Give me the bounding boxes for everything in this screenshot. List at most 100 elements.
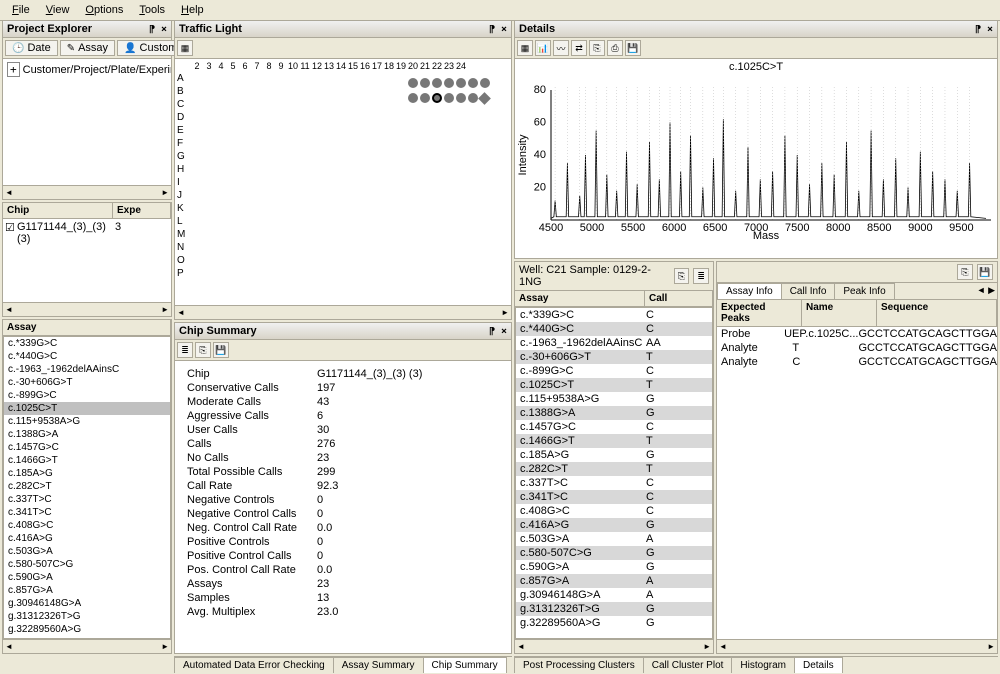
tab-call-info[interactable]: Call Info xyxy=(781,283,836,299)
tl-tool-1[interactable]: ▦ xyxy=(177,40,193,56)
assay-item[interactable]: c.1025C>T xyxy=(4,402,170,415)
chip-col-expe[interactable]: Expe xyxy=(113,203,171,218)
dt-tool-5[interactable]: ⎘ xyxy=(589,40,605,56)
assay-item[interactable]: c.416A>G xyxy=(4,532,170,545)
tab-ccp[interactable]: Call Cluster Plot xyxy=(643,657,733,673)
assay-call-row[interactable]: c.*339G>CC xyxy=(516,308,712,322)
pe-scroll[interactable] xyxy=(3,185,171,199)
well-tool-2[interactable]: ≣ xyxy=(693,268,709,284)
tl-scroll[interactable] xyxy=(175,305,511,319)
dt-tool-7[interactable]: 💾 xyxy=(625,40,641,56)
dt-tool-1[interactable]: ▦ xyxy=(517,40,533,56)
assay-list[interactable]: c.*339G>Cc.*440G>Cc.-1963_-1962delAAinsC… xyxy=(3,336,171,639)
assay-call-row[interactable]: c.185A>GG xyxy=(516,448,712,462)
assay-item[interactable]: g.30946148G>A xyxy=(4,597,170,610)
menu-tools[interactable]: Tools xyxy=(131,2,173,18)
assay-call-row[interactable]: c.282C>TT xyxy=(516,462,712,476)
assay-item[interactable]: c.341T>C xyxy=(4,506,170,519)
cs-tool-2[interactable]: ⎘ xyxy=(195,342,211,358)
dt-tool-6[interactable]: ⎙ xyxy=(607,40,623,56)
assay-call-row[interactable]: c.-1963_-1962delAAinsCAA xyxy=(516,336,712,350)
chip-table-panel: Chip Expe ☑ G1171144_(3)_(3) (3) 3 xyxy=(2,202,172,317)
assay-call-row[interactable]: c.*440G>CC xyxy=(516,322,712,336)
assay-col-header[interactable]: Assay xyxy=(3,320,171,335)
chip-col-chip[interactable]: Chip xyxy=(3,203,113,218)
assay-call-row[interactable]: c.-899G>CC xyxy=(516,364,712,378)
spectrum-chart[interactable]: 4500500055006000650070007500800085009000… xyxy=(515,75,997,240)
pe-tree[interactable]: Customer/Project/Plate/Experim xyxy=(3,59,171,185)
pe-tree-root[interactable]: Customer/Project/Plate/Experim xyxy=(7,63,167,76)
cs-tool-3[interactable]: 💾 xyxy=(213,342,229,358)
cs-tool-1[interactable]: ≣ xyxy=(177,342,193,358)
info-scroll[interactable] xyxy=(717,639,997,653)
menu-file[interactable]: FFileile xyxy=(4,2,38,18)
assay-call-row[interactable]: c.115+9538A>GG xyxy=(516,392,712,406)
assay-call-row[interactable]: c.503G>AA xyxy=(516,532,712,546)
info-col-1[interactable]: Name xyxy=(802,300,877,326)
ac-col-call[interactable]: Call xyxy=(645,291,713,306)
assay-item[interactable]: c.337T>C xyxy=(4,493,170,506)
assay-item[interactable]: g.32289560A>G xyxy=(4,623,170,636)
assay-item[interactable]: c.580-507C>G xyxy=(4,558,170,571)
assay-call-row[interactable]: c.1388G>AG xyxy=(516,406,712,420)
assay-call-row[interactable]: c.-30+606G>TT xyxy=(516,350,712,364)
assay-call-row[interactable]: c.590G>AG xyxy=(516,560,712,574)
tab-details[interactable]: Details xyxy=(794,657,843,673)
ac-scroll[interactable] xyxy=(515,639,713,653)
assay-call-row[interactable]: c.341T>CC xyxy=(516,490,712,504)
assay-call-list[interactable]: c.*339G>CCc.*440G>CCc.-1963_-1962delAAin… xyxy=(515,307,713,639)
info-tool-1[interactable]: ⎘ xyxy=(957,264,973,280)
menu-help[interactable]: Help xyxy=(173,2,212,18)
assay-call-row[interactable]: g.31312326T>GG xyxy=(516,602,712,616)
assay-item[interactable]: c.*440G>C xyxy=(4,350,170,363)
assay-call-row[interactable]: g.30946148G>AA xyxy=(516,588,712,602)
assay-call-row[interactable]: c.408G>CC xyxy=(516,504,712,518)
assay-call-row[interactable]: c.416A>GG xyxy=(516,518,712,532)
assay-item[interactable]: c.590G>A xyxy=(4,571,170,584)
pe-tab-assay[interactable]: ✎Assay xyxy=(60,40,115,56)
info-col-2[interactable]: Sequence xyxy=(877,300,997,326)
assay-call-row[interactable]: c.1025C>TT xyxy=(516,378,712,392)
assay-item[interactable]: c.*339G>C xyxy=(4,337,170,350)
assay-item[interactable]: c.1466G>T xyxy=(4,454,170,467)
pe-tab-date[interactable]: 🕒Date xyxy=(5,40,58,56)
assay-call-row[interactable]: c.1457G>CC xyxy=(516,420,712,434)
dt-tool-4[interactable]: ⇄ xyxy=(571,40,587,56)
tab-adec[interactable]: Automated Data Error Checking xyxy=(174,657,334,673)
assay-call-row[interactable]: c.580-507C>GG xyxy=(516,546,712,560)
assay-item[interactable]: c.857G>A xyxy=(4,584,170,597)
assay-item[interactable]: c.1457G>C xyxy=(4,441,170,454)
assay-item[interactable]: c.408G>C xyxy=(4,519,170,532)
well-tool-1[interactable]: ⎘ xyxy=(674,268,690,284)
assay-scroll[interactable] xyxy=(3,639,171,653)
tab-assay-summary[interactable]: Assay Summary xyxy=(333,657,424,673)
assay-item[interactable]: c.185A>G xyxy=(4,467,170,480)
tab-chip-summary[interactable]: Chip Summary xyxy=(423,657,507,673)
tab-assay-info[interactable]: Assay Info xyxy=(717,283,782,299)
traffic-grid[interactable]: 23456789101112131415161718192021222324 A… xyxy=(175,59,511,305)
chip-row[interactable]: ☑ G1171144_(3)_(3) (3) 3 xyxy=(5,221,169,245)
tab-ppc[interactable]: Post Processing Clusters xyxy=(514,657,644,673)
assay-item[interactable]: c.-1963_-1962delAAinsC xyxy=(4,363,170,376)
assay-item[interactable]: g.31312326T>G xyxy=(4,610,170,623)
ac-col-assay[interactable]: Assay xyxy=(515,291,645,306)
menu-options[interactable]: Options xyxy=(77,2,131,18)
dt-tool-2[interactable]: 📊 xyxy=(535,40,551,56)
assay-call-row[interactable]: c.337T>CC xyxy=(516,476,712,490)
tab-peak-info[interactable]: Peak Info xyxy=(834,283,894,299)
menu-view[interactable]: View xyxy=(38,2,78,18)
assay-item[interactable]: c.115+9538A>G xyxy=(4,415,170,428)
dt-tool-3[interactable]: 〰 xyxy=(553,40,569,56)
assay-item[interactable]: c.-30+606G>T xyxy=(4,376,170,389)
tab-histogram[interactable]: Histogram xyxy=(731,657,795,673)
assay-item[interactable]: c.503G>A xyxy=(4,545,170,558)
info-tool-2[interactable]: 💾 xyxy=(977,264,993,280)
assay-call-row[interactable]: g.32289560A>GG xyxy=(516,616,712,630)
assay-item[interactable]: c.282C>T xyxy=(4,480,170,493)
assay-item[interactable]: c.1388G>A xyxy=(4,428,170,441)
assay-call-row[interactable]: c.857G>AA xyxy=(516,574,712,588)
assay-call-row[interactable]: c.1466G>TT xyxy=(516,434,712,448)
info-col-0[interactable]: Expected Peaks xyxy=(717,300,802,326)
assay-item[interactable]: c.-899G>C xyxy=(4,389,170,402)
chip-scroll[interactable] xyxy=(3,302,171,316)
